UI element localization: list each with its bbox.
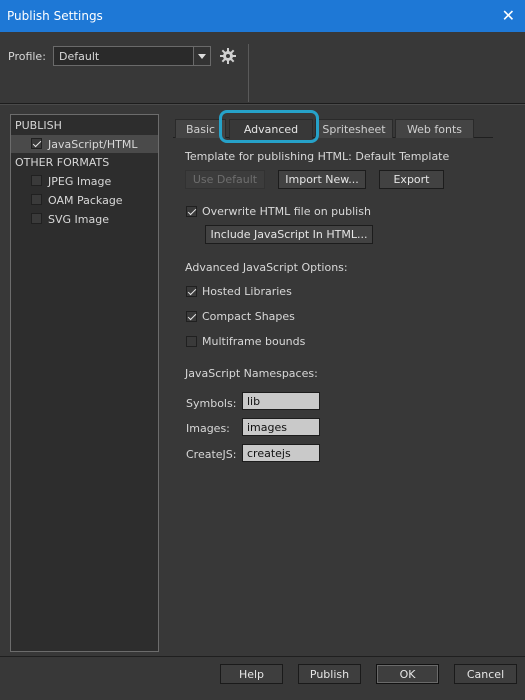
sidebar-item-label: JPEG Image <box>48 175 112 188</box>
gear-icon <box>220 48 236 64</box>
compact-shapes-label: Compact Shapes <box>202 310 295 323</box>
use-default-button[interactable]: Use Default <box>185 170 265 189</box>
publish-header: PUBLISH <box>15 119 62 132</box>
images-input[interactable] <box>242 418 320 436</box>
cancel-button[interactable]: Cancel <box>454 664 517 684</box>
tab-web-fonts[interactable]: Web fonts <box>395 119 474 138</box>
close-icon[interactable]: ✕ <box>502 6 515 25</box>
sidebar-item-label: JavaScript/HTML <box>48 138 138 151</box>
overwrite-html-label: Overwrite HTML file on publish <box>202 205 371 218</box>
title-bar: Publish Settings ✕ <box>0 0 525 32</box>
jpeg-image-checkbox[interactable] <box>31 175 42 186</box>
createjs-label: CreateJS: <box>186 448 237 461</box>
help-button[interactable]: Help <box>220 664 283 684</box>
export-button[interactable]: Export <box>379 170 444 189</box>
publish-button[interactable]: Publish <box>298 664 361 684</box>
oam-package-checkbox[interactable] <box>31 194 42 205</box>
images-label: Images: <box>186 422 230 435</box>
javascript-html-checkbox[interactable] <box>31 138 42 149</box>
format-sidebar: PUBLISH JavaScript/HTML OTHER FORMATS JP… <box>10 114 159 652</box>
tab-spritesheet[interactable]: Spritesheet <box>315 119 393 138</box>
tab-advanced[interactable]: Advanced <box>229 119 313 139</box>
overwrite-html-checkbox[interactable] <box>186 206 197 217</box>
createjs-input[interactable] <box>242 444 320 462</box>
sidebar-item-label: OAM Package <box>48 194 123 207</box>
toolbar-divider <box>248 44 249 102</box>
section-divider-highlight <box>0 104 525 105</box>
profile-dropdown[interactable]: Default <box>53 46 211 66</box>
sidebar-item-svg-image[interactable]: SVG Image <box>11 210 158 228</box>
multiframe-bounds-checkbox[interactable] <box>186 336 197 347</box>
tab-basic[interactable]: Basic <box>175 119 226 138</box>
profile-value: Default <box>59 50 100 63</box>
js-options-header: Advanced JavaScript Options: <box>185 261 348 274</box>
hosted-libraries-label: Hosted Libraries <box>202 285 292 298</box>
symbols-input[interactable] <box>242 392 320 410</box>
profile-label: Profile: <box>8 50 46 63</box>
sidebar-item-jpeg-image[interactable]: JPEG Image <box>11 172 158 190</box>
ok-button[interactable]: OK <box>376 664 439 684</box>
import-new-button[interactable]: Import New... <box>278 170 366 189</box>
window-title: Publish Settings <box>7 9 103 23</box>
svg-image-checkbox[interactable] <box>31 213 42 224</box>
other-formats-header: OTHER FORMATS <box>15 156 110 169</box>
template-label: Template for publishing HTML: Default Te… <box>185 150 450 163</box>
namespaces-header: JavaScript Namespaces: <box>185 367 318 380</box>
sidebar-item-label: SVG Image <box>48 213 109 226</box>
include-javascript-button[interactable]: Include JavaScript In HTML... <box>205 225 373 244</box>
chevron-down-icon <box>193 47 210 65</box>
multiframe-bounds-label: Multiframe bounds <box>202 335 306 348</box>
symbols-label: Symbols: <box>186 397 237 410</box>
hosted-libraries-checkbox[interactable] <box>186 286 197 297</box>
footer-divider <box>0 656 525 657</box>
profile-settings-button[interactable] <box>218 46 238 66</box>
compact-shapes-checkbox[interactable] <box>186 311 197 322</box>
sidebar-item-javascript-html[interactable]: JavaScript/HTML <box>11 135 158 153</box>
sidebar-item-oam-package[interactable]: OAM Package <box>11 191 158 209</box>
